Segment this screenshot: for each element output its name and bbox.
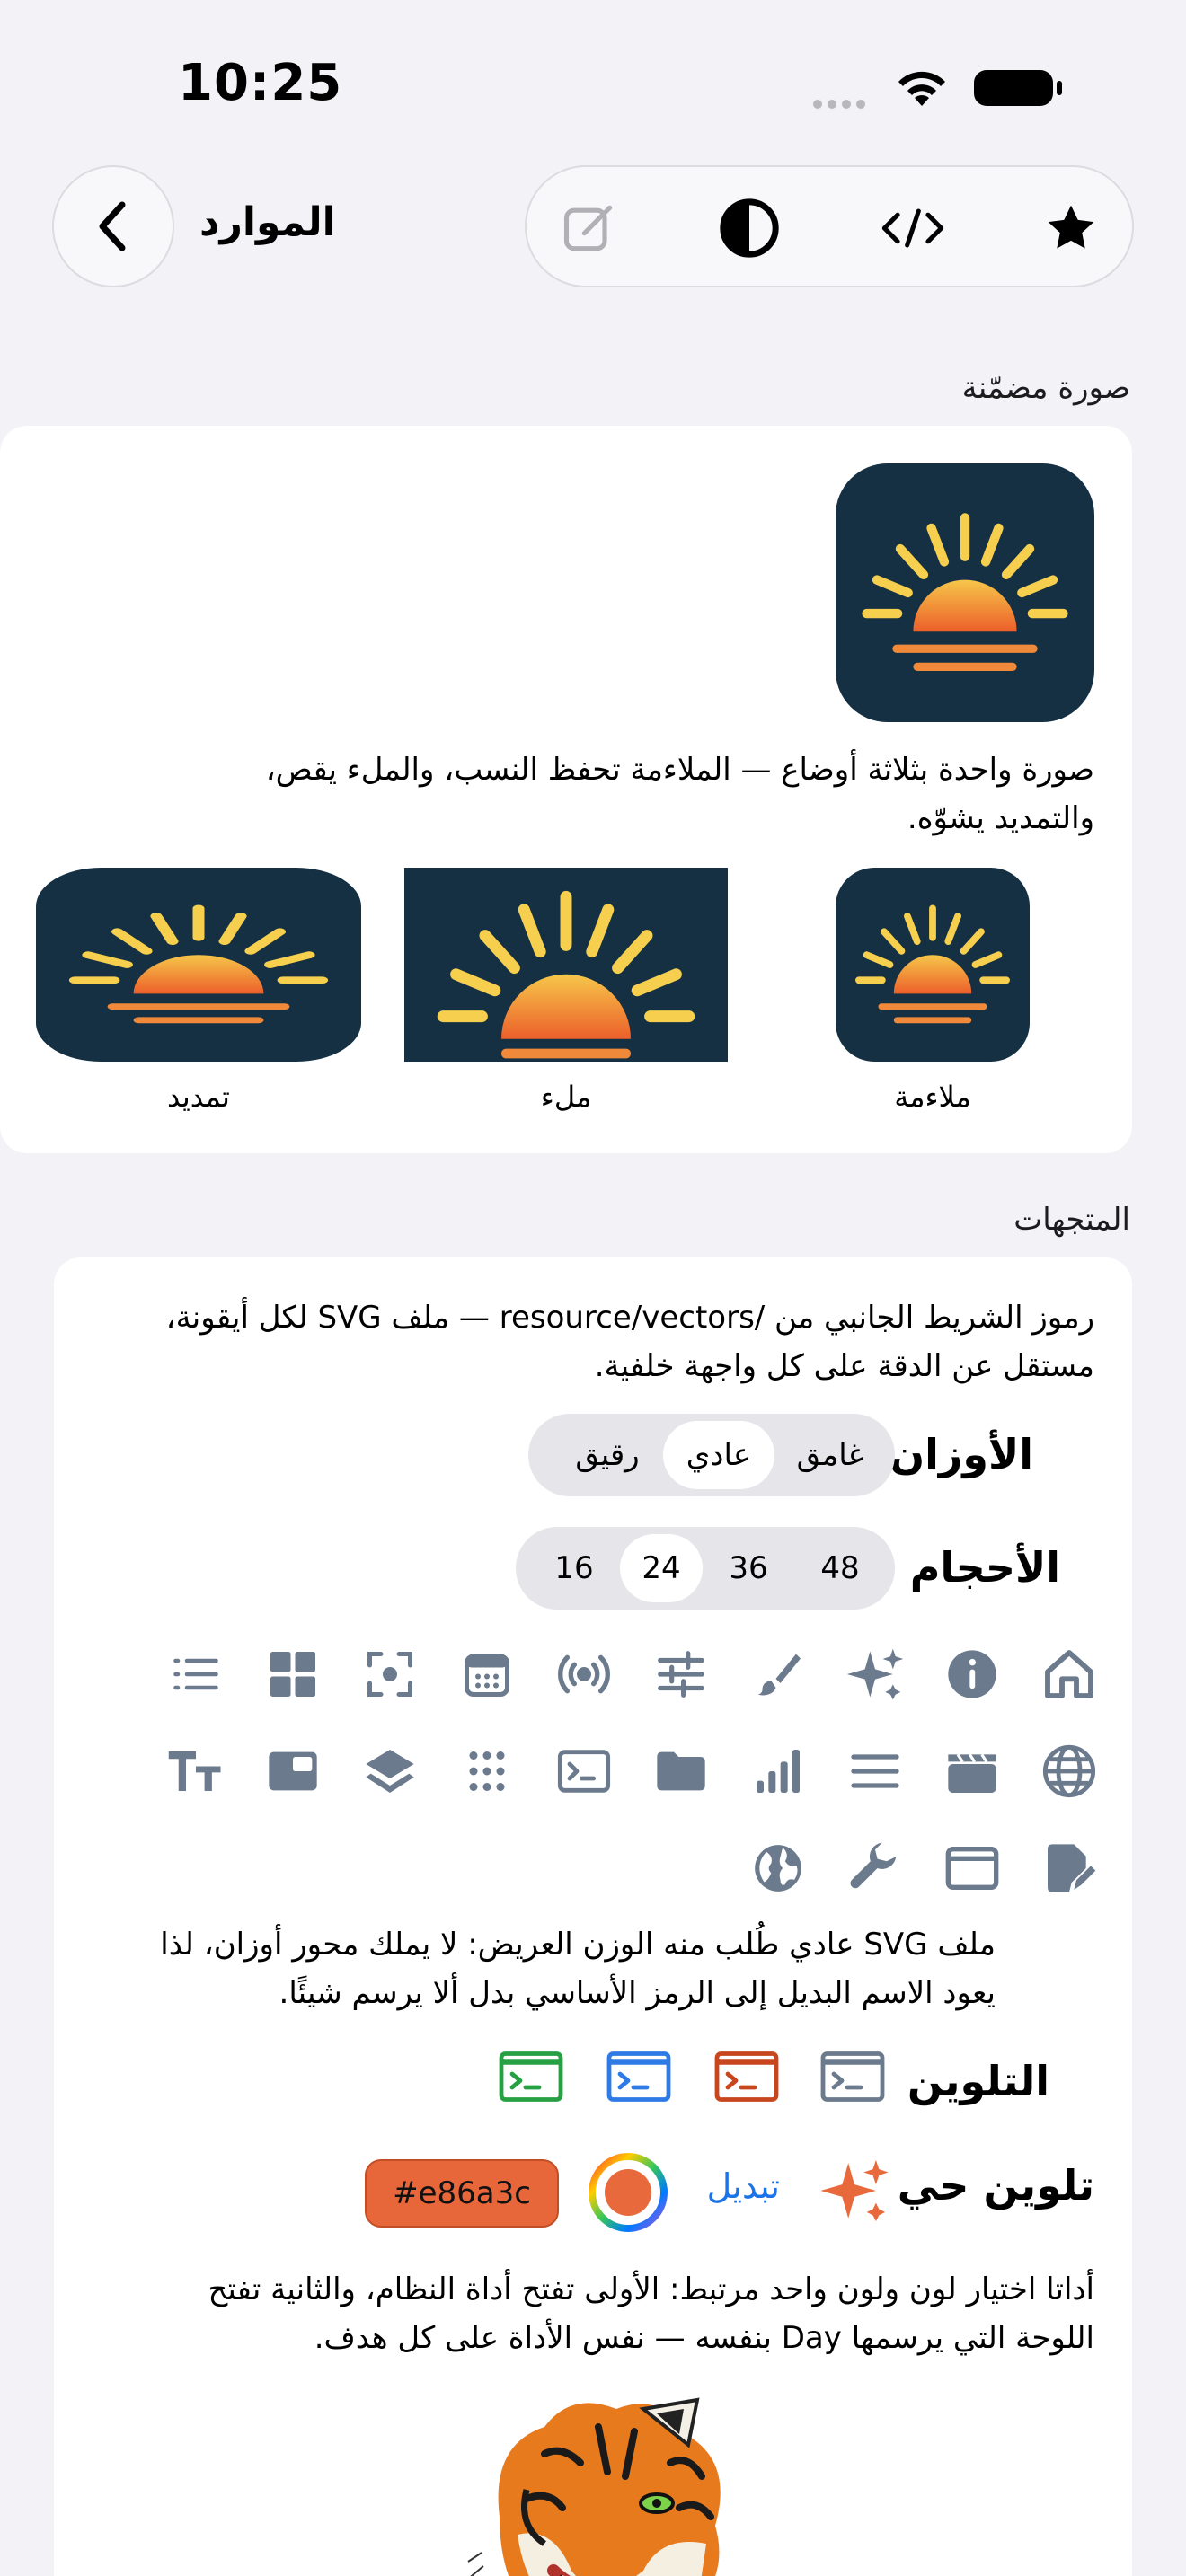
mode-caption-fill: ملء (540, 1080, 592, 1114)
weight-option-thin[interactable]: رقيق (552, 1421, 663, 1489)
tinted-terminal-icon-blue (606, 2050, 672, 2104)
text-size-icon (160, 1735, 232, 1807)
info-icon (936, 1638, 1008, 1710)
sizes-segmented-control: 48 36 24 16 (516, 1527, 895, 1610)
vectors-card: رموز الشريط الجانبي من /resource/vectors… (54, 1257, 1132, 2576)
status-time: 10:25 (178, 54, 343, 112)
size-option-16[interactable]: 16 (528, 1534, 620, 1602)
size-option-36[interactable]: 36 (703, 1534, 794, 1602)
list-icon (160, 1638, 232, 1710)
wrench-icon (839, 1832, 911, 1904)
tinted-terminal-icon-green (498, 2050, 564, 2104)
code-icon[interactable] (879, 194, 947, 262)
terminal-icon (548, 1735, 620, 1807)
embedded-image-description: صورة واحدة بثلاثة أوضاع — الملاءمة تحفظ … (265, 752, 1094, 836)
clapperboard-icon (936, 1735, 1008, 1807)
signal-dots-icon (813, 100, 865, 109)
battery-icon (974, 70, 1062, 106)
star-icon[interactable] (1037, 194, 1105, 262)
sparkles-icon (839, 1638, 911, 1710)
weight-option-bold[interactable]: غامق (774, 1421, 886, 1489)
sunrise-app-icon (836, 463, 1094, 722)
globe-icon (1033, 1735, 1105, 1807)
lines-icon (839, 1735, 911, 1807)
tinting-label: التلوين (907, 2057, 1049, 2105)
broadcast-icon (548, 1638, 620, 1710)
grid-icon (257, 1638, 329, 1710)
picker-note: أداتا اختيار لون ولون واحد مرتبط: الأولى… (208, 2272, 1094, 2356)
toolbar (525, 165, 1134, 287)
size-option-24[interactable]: 24 (620, 1534, 703, 1602)
bar-chart-icon (742, 1735, 814, 1807)
mode-caption-stretch: تمديد (167, 1080, 230, 1114)
status-icons (809, 63, 1069, 113)
paintbrush-icon (742, 1638, 814, 1710)
section-label-embedded-image: صورة مضمّنة (961, 370, 1130, 406)
window-icon (257, 1735, 329, 1807)
tiger-vector-image (464, 2391, 742, 2576)
sizes-label: الأحجام (909, 1543, 1060, 1592)
sliders-icon (645, 1638, 717, 1710)
tinted-terminal-icon-orange (713, 2050, 780, 2104)
compose-icon[interactable] (555, 194, 624, 262)
color-well[interactable] (588, 2152, 668, 2233)
fallback-note: ملف SVG عادي طُلب منه الوزن العريض: لا ي… (160, 1927, 996, 2011)
toggle-tint-button[interactable]: تبديل (707, 2166, 780, 2206)
doc-edit-icon (1033, 1832, 1105, 1904)
weight-option-regular[interactable]: عادي (663, 1421, 774, 1489)
embedded-image-card: صورة واحدة بثلاثة أوضاع — الملاءمة تحفظ … (0, 426, 1132, 1153)
viewfinder-icon (354, 1638, 426, 1710)
calendar-icon (451, 1638, 523, 1710)
dots-grid-icon (451, 1735, 523, 1807)
layers-icon (354, 1735, 426, 1807)
weights-label: الأوزان (889, 1430, 1033, 1478)
hex-color-button[interactable]: #e86a3c (365, 2159, 559, 2228)
fill-mode-preview (404, 868, 728, 1062)
fit-mode-preview (836, 868, 1030, 1062)
wifi-icon (898, 71, 945, 106)
live-tint-label: تلوين حي (897, 2161, 1094, 2210)
contrast-icon[interactable] (715, 194, 783, 262)
tinted-terminal-icon-gray (819, 2050, 886, 2104)
globe-filled-icon (742, 1832, 814, 1904)
browser-window-icon (936, 1832, 1008, 1904)
size-option-48[interactable]: 48 (794, 1534, 886, 1602)
live-tint-sparkles-icon (818, 2154, 891, 2228)
chevron-left-icon (95, 199, 131, 253)
mode-caption-fit: ملاءمة (894, 1080, 971, 1114)
section-label-vectors: المتجهات (1013, 1202, 1130, 1238)
page-title: الموارد (199, 199, 336, 245)
weights-segmented-control: غامق عادي رقيق (528, 1414, 895, 1496)
vectors-description: رموز الشريط الجانبي من /resource/vectors… (165, 1300, 1094, 1384)
stretch-mode-preview (36, 868, 361, 1062)
home-icon (1033, 1638, 1105, 1710)
folder-icon (645, 1735, 717, 1807)
back-button[interactable] (52, 165, 174, 287)
